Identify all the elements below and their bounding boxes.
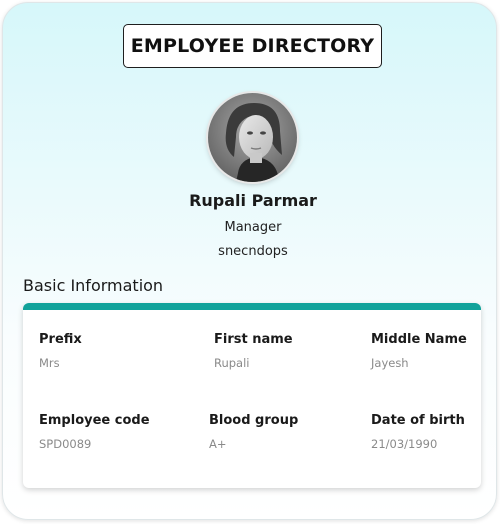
field-label: First name — [214, 332, 293, 347]
field-label: Middle Name — [371, 332, 467, 347]
field-blood-group: Blood group A+ — [209, 413, 298, 451]
field-label: Prefix — [39, 332, 82, 347]
person-photo-icon — [208, 93, 297, 182]
employee-role: Manager — [224, 220, 282, 235]
field-employee-code: Employee code SPD0089 — [39, 413, 150, 451]
field-middle-name: Middle Name Jayesh — [371, 332, 467, 370]
field-value: Rupali — [214, 356, 250, 370]
field-value: Jayesh — [371, 356, 409, 370]
field-label: Blood group — [209, 413, 299, 428]
avatar — [208, 93, 297, 182]
field-value: A+ — [209, 437, 227, 451]
basic-info-card: Prefix Mrs First name Rupali Middle Name… — [23, 303, 481, 488]
employee-department: snecndops — [218, 244, 288, 259]
section-title: Basic Information — [23, 276, 164, 295]
field-label: Employee code — [39, 413, 150, 428]
field-label: Date of birth — [371, 413, 465, 428]
title-box: EMPLOYEE DIRECTORY — [123, 24, 382, 68]
field-value: 21/03/1990 — [371, 437, 438, 451]
field-date-of-birth: Date of birth 21/03/1990 — [371, 413, 465, 451]
field-first-name: First name Rupali — [214, 332, 293, 370]
page-title: EMPLOYEE DIRECTORY — [130, 35, 375, 57]
directory-panel: EMPLOYEE DIRECTORY Rupali Parmar Manager… — [2, 2, 497, 520]
employee-name: Rupali Parmar — [189, 191, 317, 210]
field-value: Mrs — [39, 356, 60, 370]
field-prefix: Prefix Mrs — [39, 332, 82, 370]
field-value: SPD0089 — [39, 437, 92, 451]
